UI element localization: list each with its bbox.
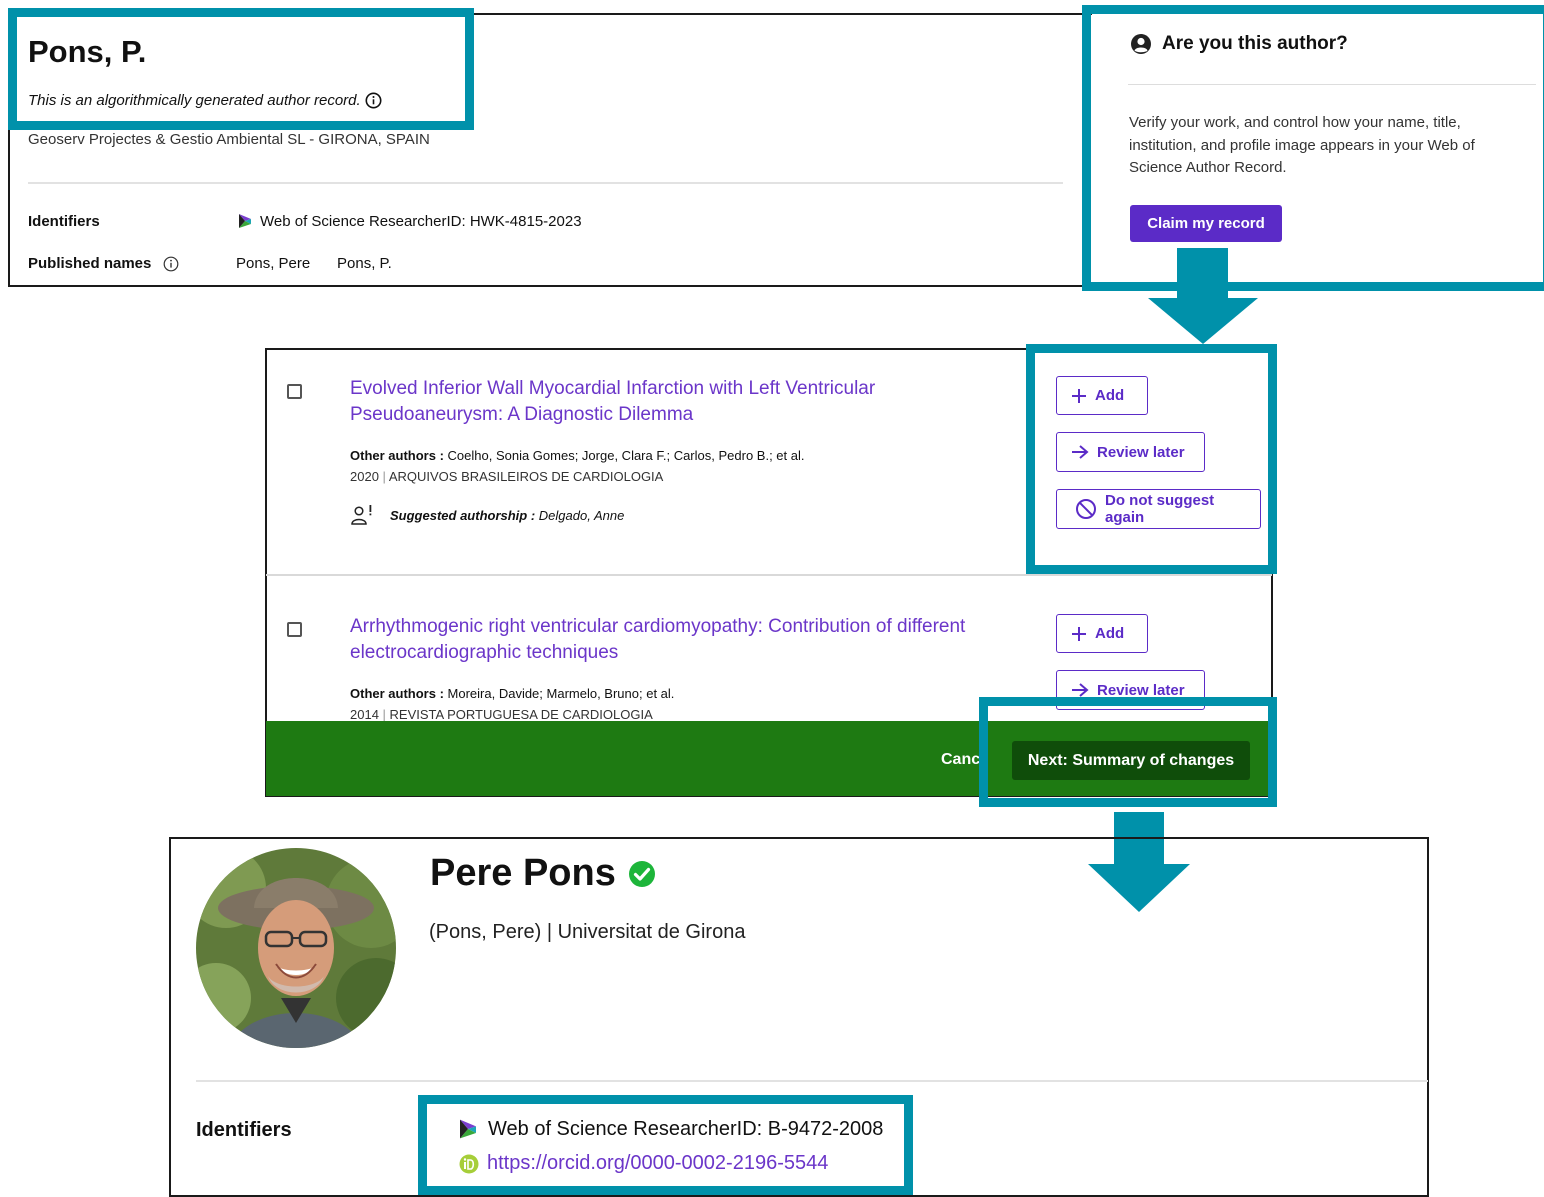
profile-name-row: Pere Pons xyxy=(430,852,656,895)
wos-logo-icon xyxy=(236,212,254,230)
add-button[interactable]: Add xyxy=(1056,614,1148,653)
author-affiliation: Geoserv Projectes & Gestio Ambiental SL … xyxy=(28,131,430,148)
suggested-label: Suggested authorship : xyxy=(390,507,536,523)
other-authors-label: Other authors : xyxy=(350,686,444,701)
published-names-label: Published names xyxy=(28,255,179,272)
publication-title[interactable]: Evolved Inferior Wall Myocardial Infarct… xyxy=(350,376,910,428)
other-authors: Other authors : Coelho, Sonia Gomes; Jor… xyxy=(350,448,804,463)
identifiers-label: Identifiers xyxy=(196,1119,292,1141)
published-names-text: Published names xyxy=(28,255,152,272)
suggested-authorship: Suggested authorship : Delgado, Anne xyxy=(350,504,624,526)
next-highlight-box xyxy=(979,697,1277,807)
other-authors-list: Coelho, Sonia Gomes; Jorge, Clara F.; Ca… xyxy=(447,448,805,463)
review-later-label: Review later xyxy=(1097,681,1185,699)
researcher-id-row: Web of Science ResearcherID: HWK-4815-20… xyxy=(236,212,582,230)
profile-subtitle: (Pons, Pere) | Universitat de Girona xyxy=(429,921,746,943)
profile-name: Pere Pons xyxy=(430,852,616,894)
publication-journal: REVISTA PORTUGUESA DE CARDIOLOGIA xyxy=(389,707,653,722)
plus-icon xyxy=(1072,626,1086,641)
avatar xyxy=(196,848,396,1048)
publication-meta: 2020 | ARQUIVOS BRASILEIROS DE CARDIOLOG… xyxy=(350,469,664,484)
person-alert-icon xyxy=(350,504,374,526)
divider xyxy=(28,182,1063,184)
published-name: Pons, P. xyxy=(337,255,392,272)
other-authors-list: Moreira, Davide; Marmelo, Bruno; et al. xyxy=(447,686,675,701)
info-icon[interactable] xyxy=(163,256,179,272)
publication-meta: 2014 | REVISTA PORTUGUESA DE CARDIOLOGIA xyxy=(350,707,653,722)
divider xyxy=(196,1080,1428,1082)
suggested-name: Delgado, Anne xyxy=(538,507,625,523)
actions-highlight-box xyxy=(1026,344,1277,574)
select-checkbox[interactable] xyxy=(287,622,302,637)
add-label: Add xyxy=(1095,625,1125,642)
identifiers-highlight-box xyxy=(418,1095,913,1195)
flow-arrow-down xyxy=(1148,248,1258,344)
researcher-id: Web of Science ResearcherID: HWK-4815-20… xyxy=(260,212,582,230)
cancel-button[interactable]: Canc xyxy=(941,751,980,769)
verified-check-icon xyxy=(628,860,656,888)
other-authors-label: Other authors : xyxy=(350,448,444,463)
select-checkbox[interactable] xyxy=(287,384,302,399)
published-name: Pons, Pere xyxy=(236,255,311,272)
other-authors: Other authors : Moreira, Davide; Marmelo… xyxy=(350,686,674,701)
name-highlight-box xyxy=(8,8,474,130)
arrow-right-icon xyxy=(1072,683,1089,697)
publication-title[interactable]: Arrhythmogenic right ventricular cardiom… xyxy=(350,614,1000,666)
publication-year: 2020 xyxy=(350,469,379,484)
publication-year: 2014 xyxy=(350,707,379,722)
identifiers-label: Identifiers xyxy=(28,213,100,230)
divider xyxy=(266,574,1272,576)
publication-journal: ARQUIVOS BRASILEIROS DE CARDIOLOGIA xyxy=(388,469,664,484)
